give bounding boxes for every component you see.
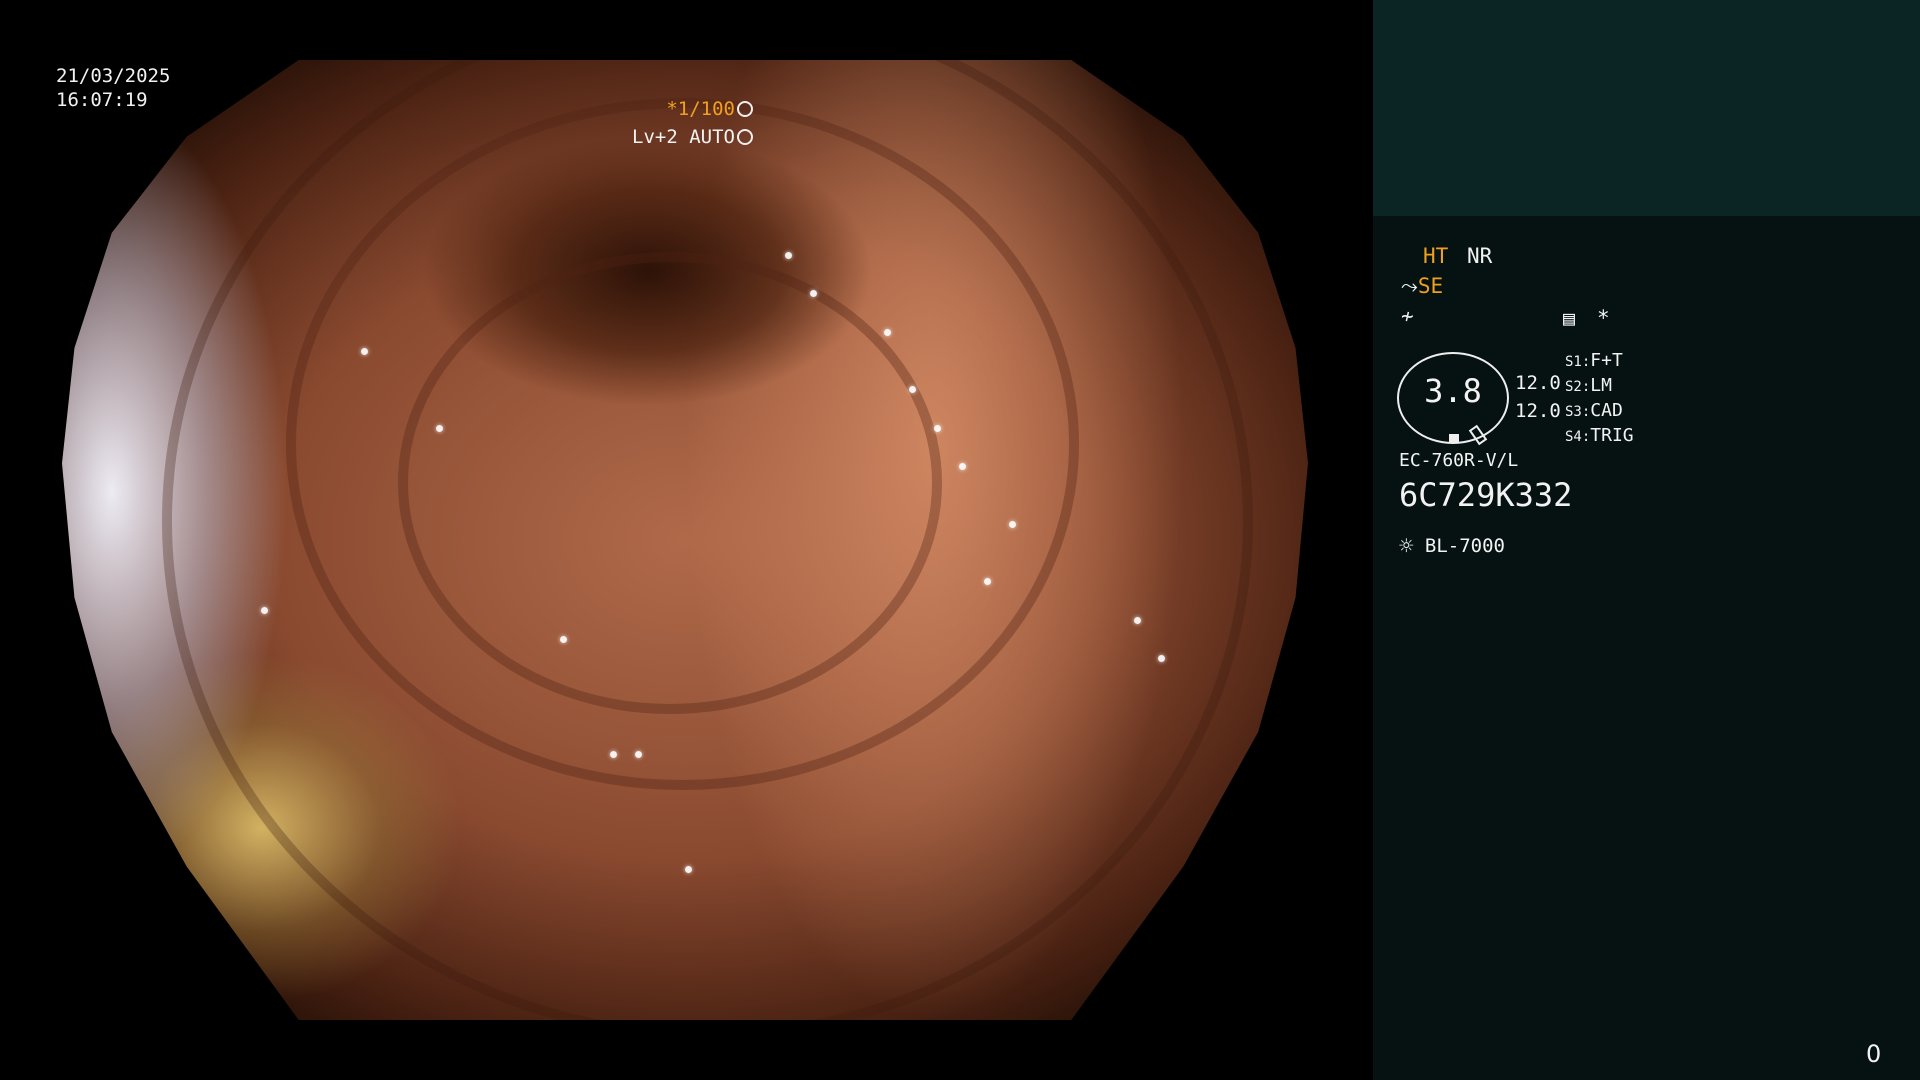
glint (1133, 616, 1141, 624)
gauge-value: 3.8 (1424, 372, 1482, 410)
switch-s1: S1:F+T (1565, 350, 1623, 371)
endoscope-image (62, 60, 1308, 1020)
time-text: 16:07:19 (56, 89, 148, 111)
gauge-needle (1468, 424, 1488, 446)
switch-value: F+T (1590, 350, 1623, 371)
shutter-speed: *1/100 (666, 98, 753, 120)
glint (1008, 520, 1016, 528)
nr-indicator: NR (1466, 244, 1493, 268)
switch-value: CAD (1590, 400, 1623, 421)
light-source-model: BL-7000 (1424, 535, 1505, 557)
switch-key: S1: (1565, 354, 1591, 370)
switch-s3: S3:CAD (1565, 400, 1623, 421)
glint (784, 252, 792, 259)
asterisk-indicator: * (1597, 306, 1610, 330)
level-text: Lv+2 AUTO (632, 126, 735, 148)
light-source-icon: ☼ (1399, 532, 1414, 560)
switch-value: LM (1590, 375, 1612, 396)
switch-s4: S4:TRIG (1565, 425, 1634, 446)
se-indicator: SE (1417, 274, 1444, 298)
date-text: 21/03/2025 (56, 65, 171, 87)
scope-serial: 6C729K332 (1399, 476, 1573, 514)
switch-s2: S2:LM (1565, 375, 1612, 396)
mucosa-fold (161, 60, 1254, 1020)
scope-model: EC-760R-V/L (1399, 450, 1519, 471)
sharpness-1: 12.0 (1515, 372, 1561, 394)
light-source-row: ☼ BL-7000 (1399, 532, 1505, 560)
glint (809, 290, 817, 298)
gauge-mark (1449, 434, 1459, 442)
endoscope-view: 21/03/2025 16:07:19 *1/100 Lv+2 AUTO (0, 0, 1373, 1080)
gauge-icon: 3.8 (1397, 352, 1509, 446)
switch-value: TRIG (1590, 425, 1634, 446)
switch-key: S3: (1565, 404, 1591, 420)
glint (361, 348, 369, 355)
info-panel: HT NR ⤳SE ≁ ▤ * 3.8 12.0 12.0 S1:F+T S2:… (1373, 0, 1920, 1080)
scope-angle-icon: ⤳ (1401, 274, 1418, 298)
shutter-text: *1/100 (666, 98, 735, 120)
switch-key: S4: (1565, 429, 1591, 445)
panel-header-area (1373, 0, 1920, 216)
switch-key: S2: (1565, 379, 1591, 395)
auto-icon (737, 129, 753, 145)
enhance-icon: ≁ (1401, 304, 1414, 328)
glint (435, 424, 443, 432)
memo-icon: ▤ (1563, 306, 1576, 330)
glint (934, 424, 942, 432)
shutter-icon (737, 101, 753, 117)
frame-counter: 0 (1866, 1040, 1882, 1068)
ht-indicator: HT (1423, 244, 1449, 268)
light-level: Lv+2 AUTO (632, 126, 753, 148)
timestamp: 21/03/2025 16:07:19 (56, 64, 170, 112)
mode-indicators: HT NR (1423, 244, 1492, 268)
se-row: ⤳SE (1401, 274, 1443, 299)
sharpness-2: 12.0 (1515, 400, 1561, 422)
